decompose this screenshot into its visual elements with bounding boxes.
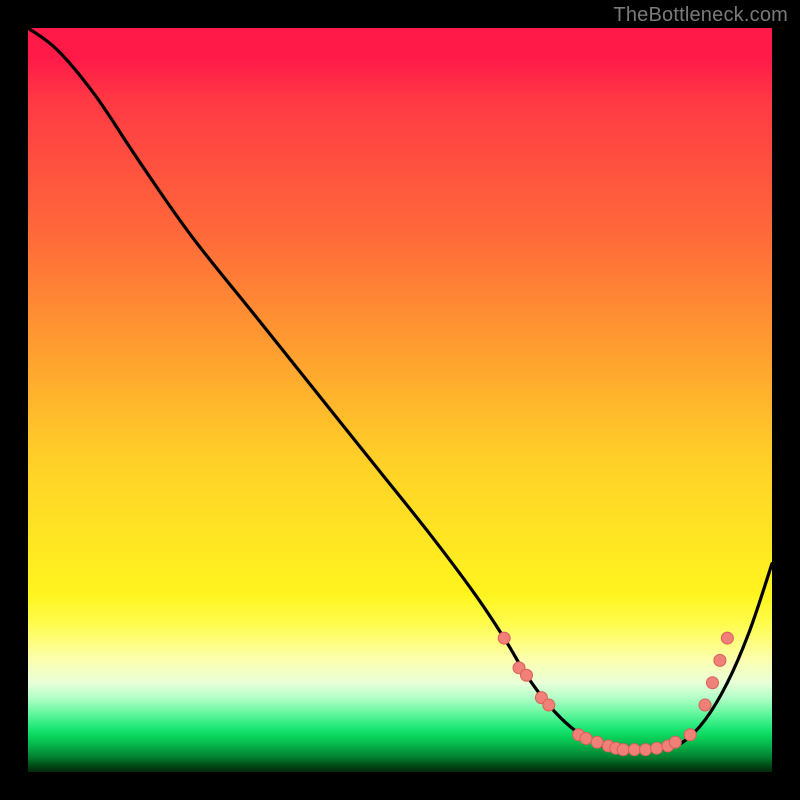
curve-marker (628, 744, 640, 756)
chart-svg (28, 28, 772, 772)
curve-marker (580, 733, 592, 745)
curve-marker (543, 699, 555, 711)
curve-marker (591, 736, 603, 748)
curve-marker (721, 632, 733, 644)
curve-markers (498, 632, 733, 756)
curve-marker (617, 744, 629, 756)
curve-marker (699, 699, 711, 711)
curve-marker (706, 677, 718, 689)
curve-marker (684, 729, 696, 741)
curve-marker (669, 736, 681, 748)
curve-marker (640, 744, 652, 756)
watermark-text: TheBottleneck.com (613, 4, 788, 27)
curve-marker (714, 654, 726, 666)
plot-area (28, 28, 772, 772)
curve-marker (651, 742, 663, 754)
curve-marker (520, 669, 532, 681)
curve-marker (498, 632, 510, 644)
chart-frame: TheBottleneck.com (0, 0, 800, 800)
bottleneck-curve (28, 28, 772, 750)
